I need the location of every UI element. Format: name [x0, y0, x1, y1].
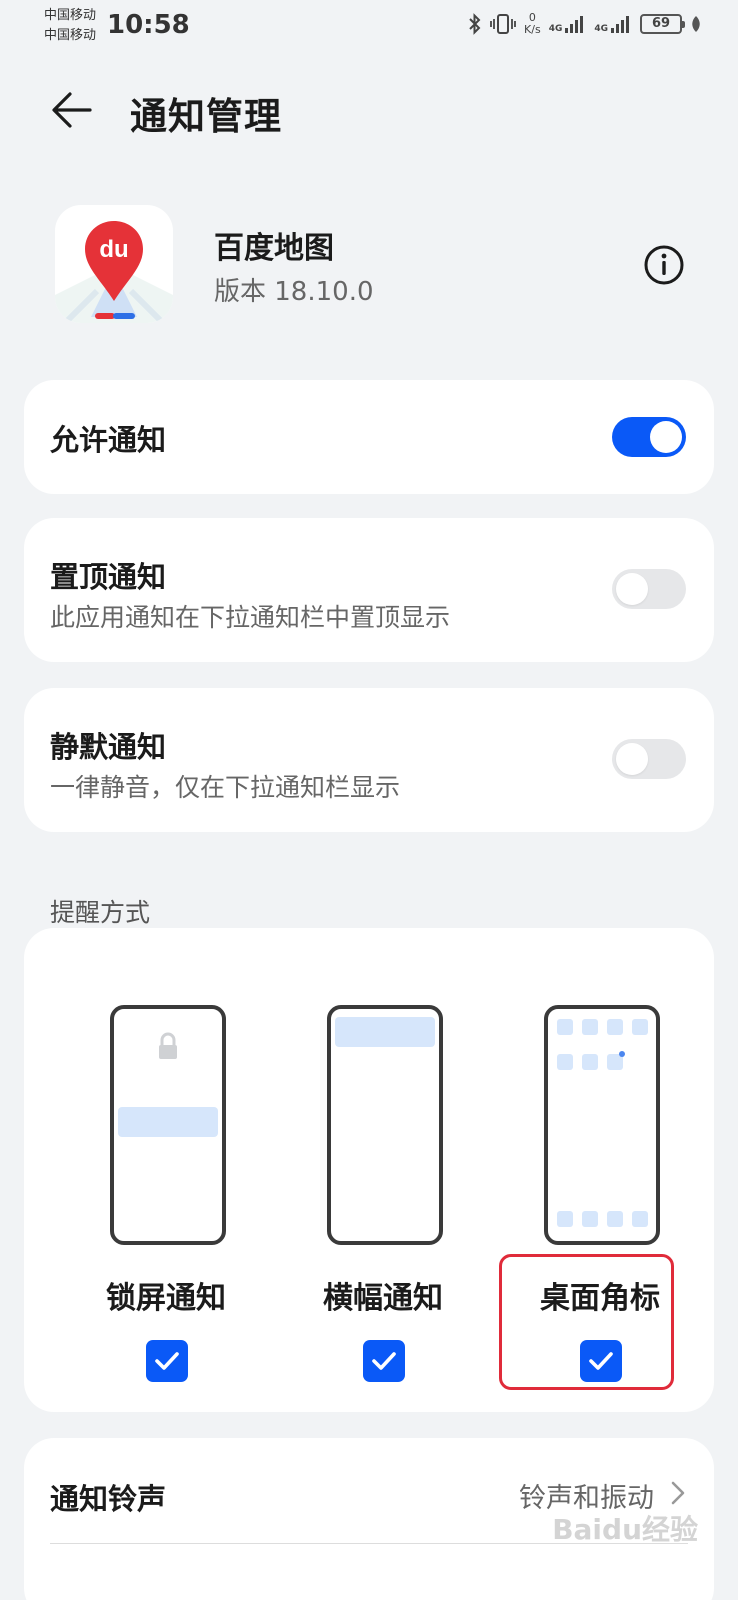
- back-button[interactable]: [48, 88, 96, 132]
- signal-1: 4G: [549, 14, 587, 34]
- network-type-2: 4G: [594, 24, 608, 34]
- signal-bars-icon: [565, 16, 584, 33]
- vibrate-icon: [490, 14, 516, 34]
- app-badge-illustration: [544, 1005, 660, 1245]
- silent-notification-desc: 一律静音，仅在下拉通知栏显示: [50, 773, 401, 802]
- lock-screen-illustration: [110, 1005, 226, 1245]
- battery-icon: 69: [640, 14, 685, 34]
- check-icon: [372, 1352, 396, 1370]
- app-info: du 百度地图 版本 18.10.0: [0, 205, 738, 325]
- option-banner[interactable]: 横幅通知: [283, 928, 483, 1382]
- app-name: 百度地图: [214, 231, 334, 266]
- info-icon: [644, 245, 684, 285]
- network-type-1: 4G: [548, 24, 563, 34]
- back-arrow-icon: [52, 92, 92, 128]
- banner-illustration: [327, 1005, 443, 1245]
- allow-notification-toggle[interactable]: [612, 417, 686, 457]
- signal-2: 4G: [594, 14, 632, 34]
- leaf-icon: [692, 16, 700, 32]
- toggle-knob: [616, 743, 648, 775]
- banner-preview: [335, 1017, 435, 1047]
- net-speed: 0 K/s: [524, 12, 541, 36]
- silent-notification-toggle[interactable]: [612, 739, 686, 779]
- pinned-notification-toggle[interactable]: [612, 569, 686, 609]
- silent-notification-row[interactable]: 静默通知 一律静音，仅在下拉通知栏显示: [24, 688, 714, 832]
- pinned-notification-label: 置顶通知: [50, 560, 167, 594]
- pinned-notification-row[interactable]: 置顶通知 此应用通知在下拉通知栏中置顶显示: [24, 518, 714, 662]
- allow-notification-label: 允许通知: [50, 423, 167, 457]
- app-info-button[interactable]: [642, 243, 686, 287]
- page-title: 通知管理: [130, 95, 282, 138]
- app-icon-text: du: [99, 236, 128, 263]
- check-icon: [155, 1352, 179, 1370]
- option-banner-label: 横幅通知: [323, 1281, 443, 1316]
- banner-checkbox[interactable]: [363, 1340, 405, 1382]
- status-time: 10:58: [107, 10, 190, 40]
- option-lock-screen[interactable]: 锁屏通知: [66, 928, 266, 1382]
- carrier-info: 中国移动 中国移动: [44, 6, 96, 46]
- toggle-knob: [650, 421, 682, 453]
- status-bar: 中国移动 中国移动 10:58 0 K/s 4G 4G 69: [0, 0, 738, 56]
- carrier-2: 中国移动: [44, 28, 97, 43]
- pinned-notification-desc: 此应用通知在下拉通知栏中置顶显示: [50, 603, 451, 632]
- lock-icon: [118, 1032, 218, 1137]
- option-lock-screen-label: 锁屏通知: [106, 1281, 226, 1316]
- home-screen-preview: [557, 1019, 648, 1227]
- toggle-knob: [616, 573, 648, 605]
- highlight-annotation: [499, 1254, 674, 1390]
- carrier-1: 中国移动: [44, 8, 97, 23]
- status-icons: 0 K/s 4G 4G 69: [468, 12, 702, 36]
- chevron-right-icon: [671, 1481, 685, 1505]
- net-speed-unit: K/s: [524, 23, 541, 36]
- reminder-section-label: 提醒方式: [50, 898, 151, 927]
- baidu-map-app-icon: du: [55, 205, 173, 323]
- lock-screen-checkbox[interactable]: [146, 1340, 188, 1382]
- allow-notification-row[interactable]: 允许通知: [24, 380, 714, 494]
- bluetooth-icon: [469, 13, 481, 35]
- signal-bars-icon: [611, 16, 629, 33]
- watermark: Baidu经验: [552, 1513, 698, 1546]
- app-version: 版本 18.10.0: [214, 277, 374, 307]
- silent-notification-label: 静默通知: [50, 730, 167, 764]
- page-header: 通知管理: [0, 72, 738, 150]
- ringtone-label: 通知铃声: [50, 1482, 167, 1516]
